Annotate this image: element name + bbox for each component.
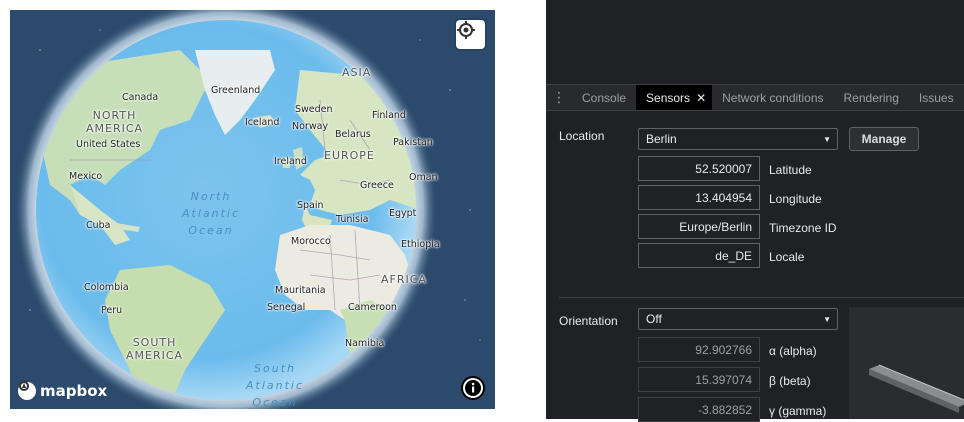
label-colombia: Colombia [84,282,129,293]
beta-label: β (beta) [769,374,811,388]
attribution-info-button[interactable] [461,376,485,400]
label-egypt: Egypt [389,208,417,219]
label-oman: Oman [409,172,438,183]
latitude-input[interactable]: 52.520007 [638,156,760,181]
orientation-preview[interactable] [849,307,964,419]
more-tools-icon[interactable]: ⋮ [546,85,572,110]
label-peru: Peru [101,305,123,316]
devtools-panel: ⋮ Console Sensors ✕ Network conditions Re… [546,0,964,422]
orientation-select-value: Off [646,312,662,326]
timezone-label: Timezone ID [769,221,837,235]
orientation-label: Orientation [559,314,618,328]
label-finland: Finland [372,110,406,121]
locale-input[interactable]: de_DE [638,243,760,268]
label-south-america: SOUTH AMERICA [126,336,184,362]
section-divider [559,297,964,298]
tab-sensors[interactable]: Sensors ✕ [636,85,713,110]
label-south-atlantic-ocean: South Atlantic Ocean [246,362,305,409]
label-canada: Canada [122,92,159,103]
drawer-tab-bar: ⋮ Console Sensors ✕ Network conditions Re… [546,84,964,111]
label-greenland: Greenland [211,85,261,96]
device-model-graphic [869,364,964,413]
mapbox-mark-icon [18,381,36,400]
beta-input[interactable]: 15.397074 [638,367,760,392]
label-united-states: United States [76,139,141,150]
geolocate-button[interactable] [456,20,485,49]
timezone-input[interactable]: Europe/Berlin [638,214,760,239]
label-iceland: Iceland [245,117,280,128]
label-africa: AFRICA [381,273,427,286]
label-north-america: NORTH AMERICA [86,109,144,135]
tab-issues[interactable]: Issues [909,85,964,110]
label-ireland: Ireland [274,156,307,167]
location-select-value: Berlin [646,132,677,146]
tab-sensors-label: Sensors [646,90,691,105]
globe-graphic [14,10,481,409]
label-europe: EUROPE [324,149,375,162]
label-cameroon: Cameroon [348,302,397,313]
label-sweden: Sweden [295,104,333,115]
longitude-label: Longitude [769,192,822,206]
mapbox-logo-text: mapbox [40,382,108,400]
tab-network-conditions[interactable]: Network conditions [712,85,833,110]
tab-console-label: Console [582,90,627,105]
label-senegal: Senegal [267,302,306,313]
label-spain: Spain [297,200,324,211]
tab-rendering[interactable]: Rendering [834,85,909,110]
mapbox-logo[interactable]: mapbox [18,380,107,402]
longitude-input[interactable]: 13.404954 [638,185,760,210]
chevron-down-icon: ▼ [823,314,831,324]
label-ethiopia: Ethiopia [401,239,440,250]
label-north-atlantic-ocean: North Atlantic Ocean [182,190,241,237]
gamma-label: γ (gamma) [769,404,827,418]
tab-console[interactable]: Console [572,85,636,110]
chevron-down-icon: ▼ [823,134,831,144]
alpha-input[interactable]: 92.902766 [638,337,760,362]
label-norway: Norway [292,121,329,132]
location-label: Location [559,129,605,143]
info-icon [463,378,483,398]
latitude-label: Latitude [769,163,812,177]
tab-rendering-label: Rendering [843,90,899,105]
label-namibia: Namibia [345,338,385,349]
devtools-upper-area [546,0,964,84]
label-belarus: Belarus [335,129,371,140]
label-morocco: Morocco [291,236,331,247]
locale-label: Locale [769,250,805,264]
tab-network-conditions-label: Network conditions [722,90,824,105]
close-icon[interactable]: ✕ [696,91,706,105]
label-pakistan: Pakistan [393,137,433,148]
label-mexico: Mexico [69,171,103,182]
tab-issues-label: Issues [918,90,954,105]
label-greece: Greece [360,180,394,191]
orientation-select[interactable]: Off ▼ [638,308,838,330]
label-cuba: Cuba [86,220,111,231]
manage-button[interactable]: Manage [849,127,919,151]
label-asia: ASIA [342,66,372,79]
gamma-input[interactable]: -3.882852 [638,397,760,422]
label-tunisia: Tunisia [336,214,369,225]
map-view[interactable]: ASIA Canada Greenland NORTH AMERICA Swed… [10,10,495,409]
crosshair-icon [457,21,475,39]
alpha-label: α (alpha) [769,344,817,358]
location-select[interactable]: Berlin ▼ [638,128,838,150]
label-mauritania: Mauritania [275,285,326,296]
